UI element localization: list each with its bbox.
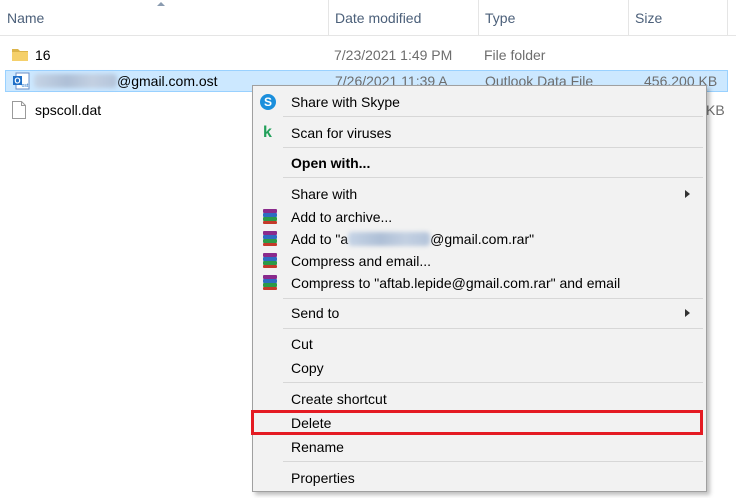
column-header-bar: Name Date modified Type Size [0, 0, 736, 36]
sort-ascending-icon [157, 2, 165, 6]
column-header-type[interactable]: Type [478, 0, 628, 36]
menu-separator [283, 328, 703, 329]
menu-separator [283, 147, 703, 148]
menu-item-label: Open with... [291, 155, 371, 171]
column-header-date-modified[interactable]: Date modified [328, 0, 478, 36]
file-row-folder-16[interactable]: 16 7/23/2021 1:49 PM File folder [0, 44, 736, 66]
menu-item-label: Create shortcut [291, 391, 387, 407]
file-name: 16 [35, 47, 51, 63]
delete-highlight-box [251, 410, 703, 435]
redacted-text [34, 74, 117, 88]
column-divider[interactable] [727, 0, 728, 36]
submenu-arrow-icon [685, 190, 690, 198]
generic-file-icon [12, 101, 26, 119]
menu-item-label: Properties [291, 470, 355, 486]
winrar-icon [263, 209, 277, 224]
menu-item-send-to[interactable]: Send to [253, 302, 706, 324]
menu-item-label: Scan for viruses [291, 125, 392, 141]
menu-item-rename[interactable]: Rename [253, 436, 706, 458]
menu-item-create-shortcut[interactable]: Create shortcut [253, 388, 706, 410]
menu-item-label-prefix: Add to "a [291, 231, 349, 247]
file-name-suffix: @gmail.com.ost [117, 73, 218, 89]
menu-item-add-to-archive[interactable]: Add to archive... [253, 206, 706, 228]
menu-item-add-to-rar[interactable]: Add to "a @gmail.com.rar" [253, 228, 706, 250]
menu-item-share-with-skype[interactable]: S Share with Skype [253, 91, 706, 113]
svg-text:ost: ost [22, 83, 29, 89]
menu-item-share-with[interactable]: Share with [253, 183, 706, 205]
menu-item-label: Compress and email... [291, 253, 432, 269]
menu-item-label: Share with Skype [291, 94, 400, 110]
menu-item-label: Send to [291, 305, 340, 321]
menu-item-label-suffix: @gmail.com.rar" [430, 231, 535, 247]
menu-separator [283, 461, 703, 462]
menu-item-label: Compress to "aftab.lepide@gmail.com.rar"… [291, 275, 621, 291]
column-header-size[interactable]: Size [628, 0, 728, 36]
menu-separator [283, 382, 703, 383]
svg-text:O: O [14, 77, 20, 86]
menu-item-compress-to-rar-and-email[interactable]: Compress to "aftab.lepide@gmail.com.rar"… [253, 272, 706, 294]
menu-item-copy[interactable]: Copy [253, 357, 706, 379]
outlook-data-file-icon: O ost [13, 72, 30, 90]
kaspersky-icon: k [263, 124, 272, 141]
menu-item-open-with[interactable]: Open with... [253, 152, 706, 174]
redacted-text [348, 232, 431, 246]
menu-item-properties[interactable]: Properties [253, 467, 706, 489]
folder-icon [12, 49, 28, 61]
menu-item-label: Copy [291, 360, 324, 376]
file-date-modified: 7/23/2021 1:49 PM [334, 47, 453, 63]
menu-separator [283, 116, 703, 117]
menu-item-scan-for-viruses[interactable]: k Scan for viruses [253, 122, 706, 144]
menu-item-label: Cut [291, 336, 313, 352]
file-type: File folder [484, 47, 546, 63]
menu-item-label: Add to "a @gmail.com.rar" [291, 228, 534, 250]
skype-icon: S [260, 94, 276, 110]
menu-separator [283, 177, 703, 178]
winrar-icon [263, 275, 277, 290]
winrar-icon [263, 231, 277, 246]
winrar-icon [263, 253, 277, 268]
menu-item-label: Rename [291, 439, 344, 455]
submenu-arrow-icon [685, 309, 690, 317]
menu-item-label: Add to archive... [291, 209, 393, 225]
menu-separator [283, 298, 703, 299]
file-size: KB [706, 102, 725, 118]
menu-item-cut[interactable]: Cut [253, 333, 706, 355]
menu-item-label: Share with [291, 186, 358, 202]
file-name: @gmail.com.ost [34, 70, 218, 92]
file-name: spscoll.dat [35, 102, 102, 118]
menu-item-compress-and-email[interactable]: Compress and email... [253, 250, 706, 272]
